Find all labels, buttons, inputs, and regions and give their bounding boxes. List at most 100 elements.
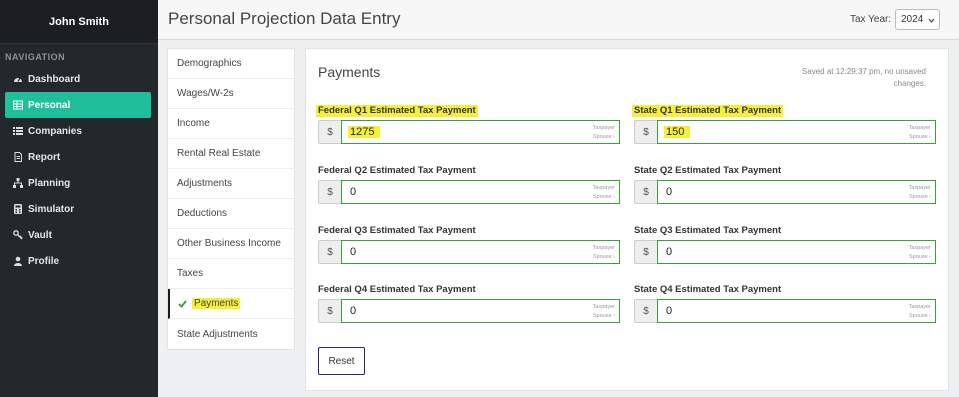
reset-button[interactable]: Reset [318,347,365,375]
taxpayer-spouse-toggle[interactable]: Taxpayer Spouse › [909,184,931,202]
field-label: State Q2 Estimated Tax Payment [634,165,782,176]
section-payments[interactable]: Payments [168,289,294,319]
nav-item-label: Companies [28,125,82,137]
currency-addon: $ [634,120,657,144]
section-income[interactable]: Income [168,109,294,139]
input-value: 0 [666,246,673,258]
input-group: $ 150 Taxpayer Spouse › [634,120,936,144]
field-label: State Q1 Estimated Tax Payment [632,105,784,117]
taxpayer-label: Taxpayer [592,125,615,131]
section-state-adjustments[interactable]: State Adjustments [168,319,294,349]
currency-addon: $ [318,240,341,264]
input-value: 1275 [348,126,381,138]
nav-item-personal[interactable]: Personal [5,92,151,118]
list-icon [12,125,24,137]
taxpayer-spouse-toggle[interactable]: Taxpayer Spouse › [909,124,931,142]
taxpayer-label: Taxpayer [592,245,615,251]
nav-item-dashboard[interactable]: Dashboard [0,66,158,92]
taxpayer-label: Taxpayer [908,185,931,191]
taxpayer-spouse-toggle[interactable]: Taxpayer Spouse › [909,244,931,262]
federal-q1-input[interactable]: 1275 Taxpayer Spouse › [341,120,620,144]
federal-q4-field: Federal Q4 Estimated Tax Payment $ 0 Tax… [318,279,620,323]
tax-year-select[interactable]: 2024 [895,9,940,30]
section-taxes[interactable]: Taxes [168,259,294,289]
field-label: State Q3 Estimated Tax Payment [634,225,782,236]
nav-item-report[interactable]: Report [0,144,158,170]
input-group: $ 1275 Taxpayer Spouse › [318,120,620,144]
state-q3-input[interactable]: 0 Taxpayer Spouse › [657,240,936,264]
panel-title: Payments [318,64,381,80]
input-value: 0 [350,305,357,317]
federal-q2-field: Federal Q2 Estimated Tax Payment $ 0 Tax… [318,160,620,204]
federal-q3-input[interactable]: 0 Taxpayer Spouse › [341,240,620,264]
federal-q1-field: Federal Q1 Estimated Tax Payment $ 1275 … [316,100,620,144]
sidebar: John Smith NAVIGATION Dashboard Personal… [0,0,158,397]
nav-item-companies[interactable]: Companies [0,118,158,144]
federal-q2-input[interactable]: 0 Taxpayer Spouse › [341,180,620,204]
document-icon [12,151,24,163]
input-value: 0 [350,246,357,258]
section-demographics[interactable]: Demographics [168,49,294,79]
taxpayer-label: Taxpayer [908,125,931,131]
section-other-business-income[interactable]: Other Business Income [168,229,294,259]
taxpayer-label: Taxpayer [592,185,615,191]
nav-item-label: Dashboard [28,73,81,85]
nav-item-label: Planning [28,177,71,189]
field-label: Federal Q1 Estimated Tax Payment [316,105,478,117]
nav-item-label: Report [28,151,61,163]
section-rental-real-estate[interactable]: Rental Real Estate [168,139,294,169]
taxpayer-spouse-toggle[interactable]: Taxpayer Spouse › [593,124,615,142]
state-q1-input[interactable]: 150 Taxpayer Spouse › [657,120,936,144]
key-icon [12,229,24,241]
nav-item-simulator[interactable]: Simulator [0,196,158,222]
currency-addon: $ [634,180,657,204]
section-label: Adjustments [177,178,233,189]
section-label: Rental Real Estate [177,148,261,159]
field-label: Federal Q3 Estimated Tax Payment [318,225,476,236]
sitemap-icon [12,177,24,189]
taxpayer-label: Taxpayer [908,304,931,310]
currency-addon: $ [634,299,657,323]
section-label: Other Business Income [177,238,281,249]
nav-item-vault[interactable]: Vault [0,222,158,248]
state-q4-input[interactable]: 0 Taxpayer Spouse › [657,299,936,323]
input-value: 0 [666,186,673,198]
taxpayer-label: Taxpayer [592,304,615,310]
saved-status: Saved at 12:29:37 pm, no unsaved changes… [801,67,926,88]
calculator-icon [12,203,24,215]
currency-addon: $ [634,240,657,264]
taxpayer-spouse-toggle[interactable]: Taxpayer Spouse › [593,303,615,321]
input-value: 0 [666,305,673,317]
nav-item-label: Vault [28,229,52,241]
field-label: Federal Q4 Estimated Tax Payment [318,284,476,295]
input-group: $ 0 Taxpayer Spouse › [634,180,936,204]
section-label: State Adjustments [177,328,258,340]
federal-q4-input[interactable]: 0 Taxpayer Spouse › [341,299,620,323]
taxpayer-label: Taxpayer [908,245,931,251]
section-deductions[interactable]: Deductions [168,199,294,229]
federal-q3-field: Federal Q3 Estimated Tax Payment $ 0 Tax… [318,220,620,264]
chevron-down-icon [928,16,935,27]
currency-addon: $ [318,120,341,144]
nav-heading: NAVIGATION [5,52,66,62]
section-adjustments[interactable]: Adjustments [168,169,294,199]
section-wages[interactable]: Wages/W-2s [168,79,294,109]
section-label: Payments [192,298,241,309]
taxpayer-spouse-toggle[interactable]: Taxpayer Spouse › [909,303,931,321]
input-group: $ 0 Taxpayer Spouse › [634,240,936,264]
section-nav: Demographics Wages/W-2s Income Rental Re… [167,48,295,350]
taxpayer-spouse-toggle[interactable]: Taxpayer Spouse › [593,244,615,262]
nav-item-profile[interactable]: Profile [0,248,158,274]
input-group: $ 0 Taxpayer Spouse › [318,240,620,264]
spouse-label: Spouse › [908,194,931,200]
section-label: Income [177,118,210,129]
nav-item-label: Simulator [28,203,75,215]
nav-item-planning[interactable]: Planning [0,170,158,196]
checkmark-icon [178,299,187,308]
spouse-label: Spouse › [908,254,931,260]
taxpayer-spouse-toggle[interactable]: Taxpayer Spouse › [593,184,615,202]
state-q2-input[interactable]: 0 Taxpayer Spouse › [657,180,936,204]
section-label: Demographics [177,58,242,69]
spouse-label: Spouse › [592,134,615,140]
payments-panel: Payments Saved at 12:29:37 pm, no unsave… [305,48,949,391]
